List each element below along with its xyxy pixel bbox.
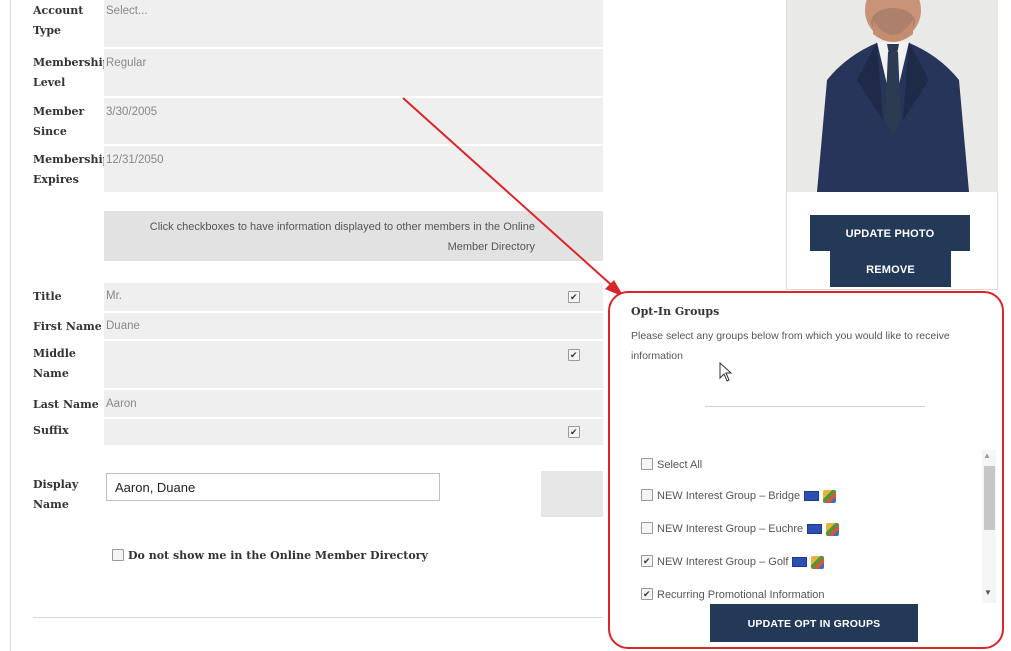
opt-in-item-euchre[interactable]: NEW Interest Group – Euchre	[641, 522, 840, 536]
opt-in-item-promotional[interactable]: Recurring Promotional Information	[641, 588, 825, 602]
group-icon	[826, 522, 840, 536]
golf-checkbox[interactable]	[641, 555, 653, 568]
group-icon	[823, 489, 837, 503]
euchre-checkbox[interactable]	[641, 522, 653, 535]
email-icon	[792, 557, 808, 568]
update-opt-in-groups-button[interactable]: UPDATE OPT IN GROUPS	[710, 604, 918, 642]
opt-in-scroll-thumb[interactable]	[984, 466, 995, 530]
opt-in-title: Opt-In Groups	[631, 305, 720, 318]
email-icon	[807, 524, 823, 535]
group-icon	[811, 555, 825, 569]
scroll-down-icon[interactable]: ▼	[984, 588, 992, 597]
opt-in-description: Please select any groups below from whic…	[631, 330, 950, 362]
promotional-checkbox[interactable]	[641, 588, 653, 601]
opt-in-item-bridge[interactable]: NEW Interest Group – Bridge	[641, 489, 837, 503]
opt-in-item-select-all[interactable]: Select All	[641, 458, 702, 472]
mouse-pointer-icon	[719, 361, 733, 387]
select-all-checkbox[interactable]	[641, 458, 653, 471]
email-icon	[804, 491, 820, 502]
opt-in-item-golf[interactable]: NEW Interest Group – Golf	[641, 555, 825, 569]
bridge-checkbox[interactable]	[641, 489, 653, 502]
opt-in-divider	[705, 406, 925, 407]
scroll-up-icon[interactable]: ▲	[983, 451, 991, 460]
